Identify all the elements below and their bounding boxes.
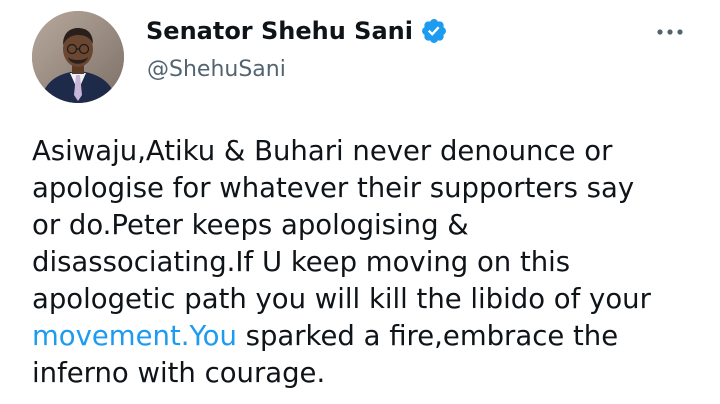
verified-badge-icon <box>420 17 448 45</box>
author-display-name-row[interactable]: Senator Shehu Sani <box>146 16 448 46</box>
tweet-text-fragment: sparked a fire,embrace the <box>236 320 619 352</box>
author-handle[interactable]: @ShehuSani <box>147 56 286 84</box>
tweet-text-line: Asiwaju,Atiku & Buhari never denounce or <box>32 135 613 167</box>
author-display-name[interactable]: Senator Shehu Sani <box>146 16 413 46</box>
tweet-text: Asiwaju,Atiku & Buhari never denounce or… <box>32 133 712 392</box>
tweet-text-line: inferno with courage. <box>32 357 326 389</box>
tweet-link[interactable]: movement.You <box>32 320 237 352</box>
avatar[interactable] <box>32 11 124 103</box>
more-options-icon <box>657 29 683 35</box>
tweet-text-line: apologetic path you will kill the libido… <box>32 283 651 315</box>
tweet-card: Senator Shehu Sani @ShehuSani Asiwaju,At… <box>0 0 720 404</box>
tweet-text-line: disassociating.If U keep moving on this <box>32 246 571 278</box>
tweet-text-line: apologise for whatever their supporters … <box>32 172 635 204</box>
tweet-text-line-with-link: movement.You sparked a fire,embrace the <box>32 318 712 355</box>
more-options-button[interactable] <box>655 22 685 42</box>
tweet-text-line: or do.Peter keeps apologising & <box>32 209 469 241</box>
